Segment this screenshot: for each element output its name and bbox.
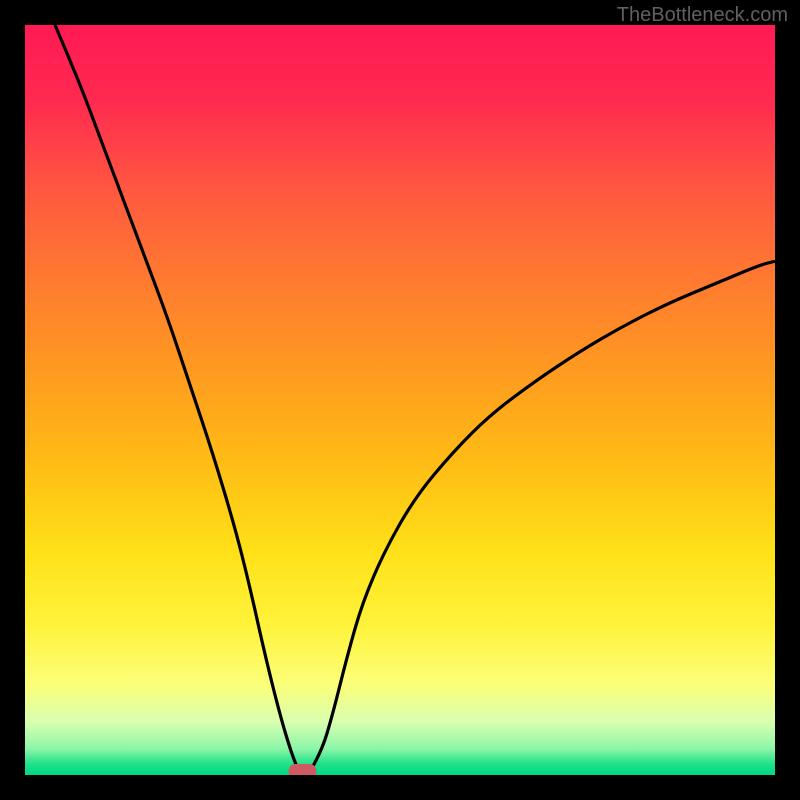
plot-background: [25, 25, 775, 775]
watermark-text: TheBottleneck.com: [617, 4, 788, 27]
chart-container: TheBottleneck.com: [0, 0, 800, 800]
bottleneck-chart: [0, 0, 800, 800]
